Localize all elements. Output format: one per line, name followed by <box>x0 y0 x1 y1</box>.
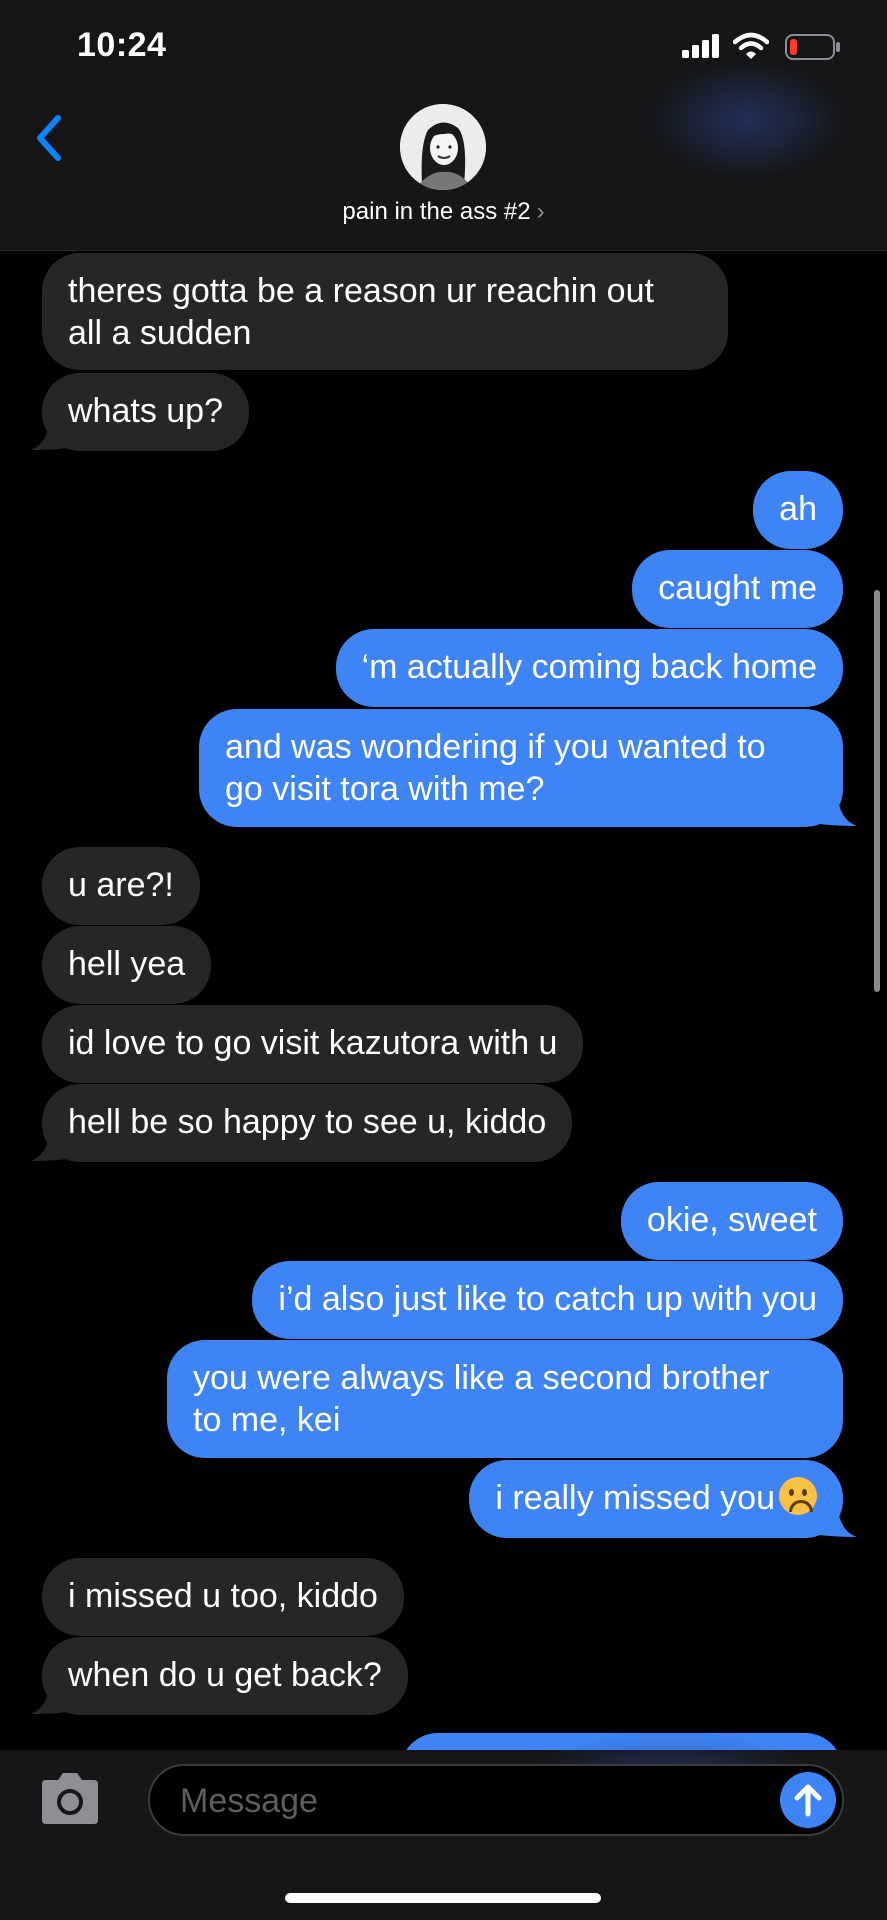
message-input[interactable]: Message <box>148 1764 844 1836</box>
incoming-message[interactable]: whats up? <box>42 373 249 451</box>
incoming-message[interactable]: u are?! <box>42 847 200 925</box>
message-line: theres gotta be a reason ur reachin out <box>68 272 654 310</box>
outgoing-message[interactable]: i really missed you <box>469 1460 843 1538</box>
outgoing-message[interactable]: and was wondering if you wanted to go vi… <box>199 709 843 827</box>
signal-icon <box>682 34 719 58</box>
header-glow <box>647 60 847 180</box>
message-text: when do u get back? <box>68 1656 382 1694</box>
send-button[interactable] <box>780 1772 836 1828</box>
message-text: i’d also just like to catch up with you <box>278 1280 817 1318</box>
camera-button[interactable] <box>36 1770 104 1828</box>
outgoing-message[interactable]: okie, sweet <box>620 1182 843 1260</box>
wifi-icon <box>733 32 769 59</box>
outgoing-message[interactable]: ah <box>753 471 843 549</box>
message-line: all a sudden <box>68 314 252 352</box>
back-button[interactable] <box>30 112 70 164</box>
message-placeholder: Message <box>180 1782 318 1820</box>
frowning-face-emoji-icon <box>779 1477 817 1515</box>
message-text: i missed u too, kiddo <box>68 1577 378 1615</box>
message-text: caught me <box>658 569 817 607</box>
conversation-header: 10:24 pain in the ass #2 › <box>0 0 887 251</box>
contact-name-label: pain in the ass #2 <box>342 198 531 225</box>
message-text: okie, sweet <box>646 1201 817 1239</box>
message-text: i really missed you <box>495 1479 775 1517</box>
message-text: u are?! <box>68 866 174 904</box>
incoming-message[interactable]: when do u get back? <box>42 1637 408 1715</box>
message-line: go visit tora with me? <box>225 770 545 808</box>
incoming-message[interactable]: theres gotta be a reason ur reachin out … <box>42 253 728 370</box>
contact-name[interactable]: pain in the ass #2 › <box>0 198 887 226</box>
status-time: 10:24 <box>77 26 167 64</box>
contact-avatar[interactable] <box>400 104 486 190</box>
message-line: to me, kei <box>193 1401 341 1439</box>
scrollbar[interactable] <box>874 590 880 992</box>
incoming-message[interactable]: hell be so happy to see u, kiddo <box>42 1084 573 1162</box>
incoming-message[interactable]: i missed u too, kiddo <box>42 1558 404 1636</box>
message-line: you were always like a second brother <box>193 1359 770 1397</box>
message-text: whats up? <box>68 392 223 430</box>
arrow-up-icon <box>794 1784 822 1817</box>
incoming-message[interactable]: id love to go visit kazutora with u <box>42 1005 584 1083</box>
battery-icon <box>785 34 840 60</box>
incoming-message[interactable]: hell yea <box>42 926 212 1004</box>
outgoing-message[interactable]: ‘m actually coming back home <box>335 629 843 707</box>
outgoing-message[interactable]: caught me <box>632 550 843 628</box>
message-text: hell yea <box>68 945 186 983</box>
message-line: and was wondering if you wanted to <box>225 728 766 766</box>
message-text: hell be so happy to see u, kiddo <box>68 1103 547 1141</box>
message-text: id love to go visit kazutora with u <box>68 1024 558 1062</box>
home-indicator[interactable] <box>285 1893 601 1903</box>
message-text: ah <box>779 490 817 528</box>
outgoing-message[interactable]: i’d also just like to catch up with you <box>252 1261 843 1339</box>
outgoing-message[interactable]: you were always like a second brother to… <box>167 1340 843 1458</box>
chevron-right-icon: › <box>536 198 545 225</box>
message-text: ‘m actually coming back home <box>361 648 817 686</box>
avatar-illustration-icon <box>400 104 486 190</box>
